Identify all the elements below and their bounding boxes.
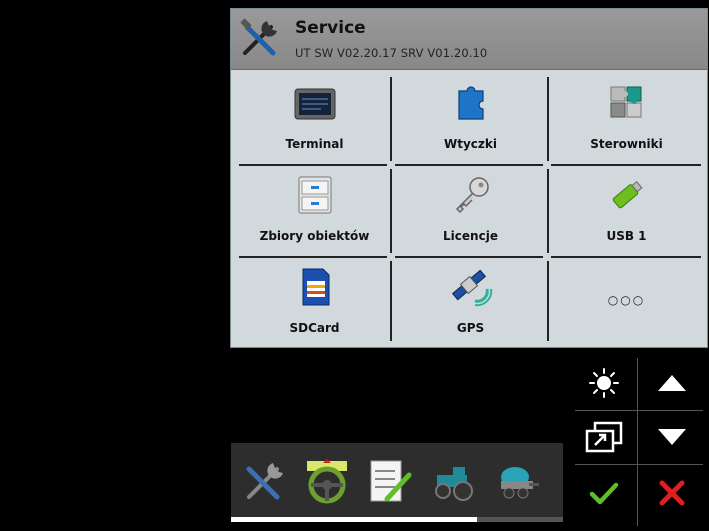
grid-divider xyxy=(390,77,392,161)
version-text: UT SW V02.20.17 SRV V01.20.10 xyxy=(295,46,488,60)
grid-divider xyxy=(551,164,701,166)
sprayer-icon[interactable] xyxy=(493,457,541,505)
tile-label: USB 1 xyxy=(606,229,647,243)
window-switch-icon xyxy=(585,421,623,453)
tile-licencje[interactable]: Licencje xyxy=(393,167,548,256)
tractor-icon[interactable] xyxy=(429,457,477,505)
tile-wtyczki[interactable]: Wtyczki xyxy=(393,75,548,164)
control-divider xyxy=(637,358,638,526)
tile-gps[interactable]: GPS xyxy=(393,259,548,348)
panel-header: Service UT SW V02.20.17 SRV V01.20.10 xyxy=(231,9,707,70)
tools-icon xyxy=(240,18,277,56)
tile-label: SDCard xyxy=(289,321,340,335)
tile-label: Terminal xyxy=(285,137,344,151)
cancel-button[interactable] xyxy=(640,466,704,520)
tile-label: GPS xyxy=(456,321,485,335)
grid-divider xyxy=(239,256,387,258)
tile-label: Wtyczki xyxy=(444,137,497,151)
tile-usb1[interactable]: USB 1 xyxy=(549,167,704,256)
grid-divider xyxy=(390,261,392,341)
sd-card-icon xyxy=(302,268,329,306)
app-bar xyxy=(231,443,563,522)
grid-divider xyxy=(395,164,543,166)
arrow-down-icon xyxy=(658,429,686,445)
tile-label: Zbiory obiektów xyxy=(259,229,370,243)
satellite-icon xyxy=(451,269,492,307)
grid-divider xyxy=(390,169,392,253)
tile-more[interactable]: ○○○ xyxy=(549,259,704,348)
grid-divider xyxy=(547,77,549,161)
puzzle-pieces-icon xyxy=(610,86,641,118)
steering-wheel-icon[interactable] xyxy=(303,457,351,505)
tools-icon[interactable] xyxy=(239,457,287,505)
puzzle-icon xyxy=(457,86,484,120)
grid-divider xyxy=(551,256,701,258)
brightness-icon xyxy=(589,368,619,398)
tile-sterowniki[interactable]: Sterowniki xyxy=(549,75,704,164)
grid-divider xyxy=(239,164,387,166)
more-dots-icon: ○○○ xyxy=(607,293,646,307)
service-grid: Terminal Wtyczki Sterowniki Zbiory obiek… xyxy=(237,75,703,343)
grid-divider xyxy=(547,169,549,253)
arrow-up-icon xyxy=(658,375,686,391)
scroll-down-button[interactable] xyxy=(640,410,704,464)
checklist-icon[interactable] xyxy=(365,457,413,505)
tile-label: Sterowniki xyxy=(590,137,663,151)
grid-divider xyxy=(547,261,549,341)
control-divider xyxy=(575,464,703,465)
usb-stick-icon xyxy=(612,180,643,209)
service-panel: Service UT SW V02.20.17 SRV V01.20.10 Te… xyxy=(230,8,708,348)
brightness-button[interactable] xyxy=(572,356,636,410)
tile-terminal[interactable]: Terminal xyxy=(237,75,392,164)
confirm-check-icon xyxy=(589,482,619,505)
key-icon xyxy=(455,177,489,214)
progress-bar xyxy=(231,517,477,522)
file-cabinet-icon xyxy=(298,176,331,214)
tile-zbiory-obiektow[interactable]: Zbiory obiektów xyxy=(237,167,392,256)
grid-divider xyxy=(395,256,543,258)
tile-label: Licencje xyxy=(443,229,498,243)
page-title: Service xyxy=(295,18,366,38)
window-switch-button[interactable] xyxy=(572,410,636,464)
confirm-button[interactable] xyxy=(572,466,636,520)
scroll-up-button[interactable] xyxy=(640,356,704,410)
cancel-x-icon xyxy=(659,480,685,506)
terminal-icon xyxy=(294,88,335,120)
tile-sdcard[interactable]: SDCard xyxy=(237,259,392,348)
